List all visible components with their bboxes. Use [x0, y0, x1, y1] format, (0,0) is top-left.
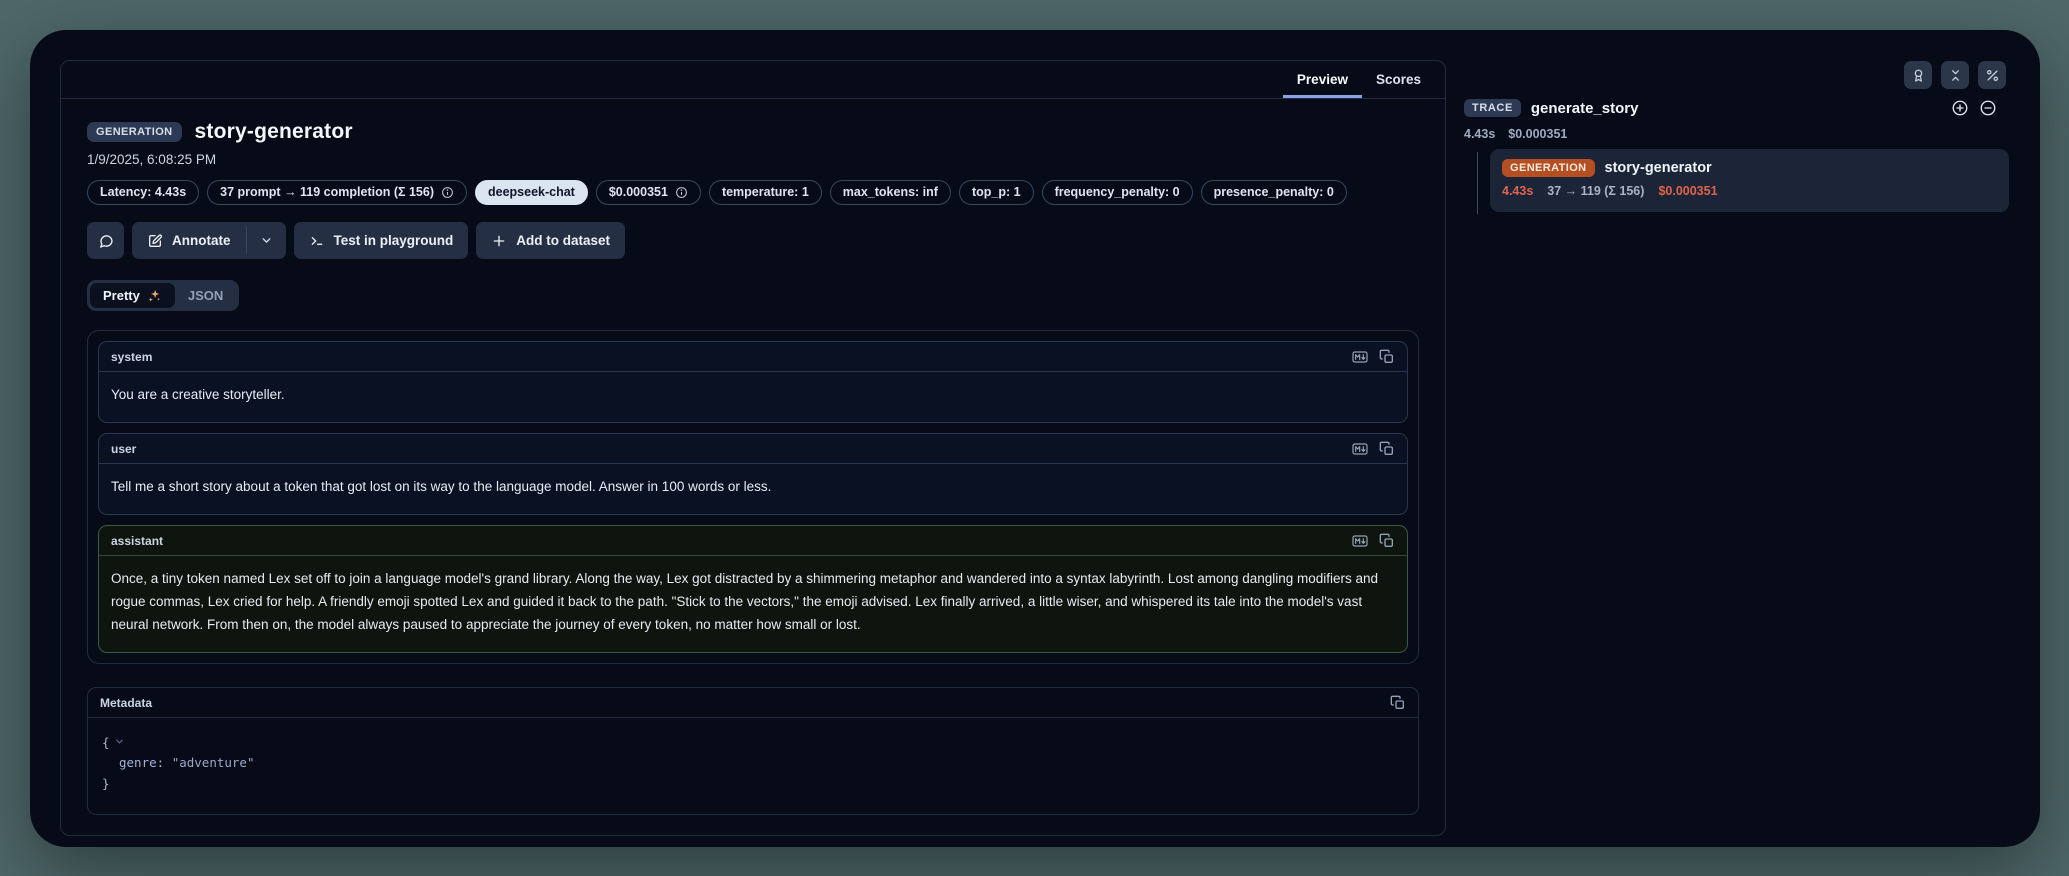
plus-icon	[491, 233, 507, 249]
frequency-penalty-pill: frequency_penalty: 0	[1042, 180, 1193, 205]
presence-penalty-pill: presence_penalty: 0	[1201, 180, 1347, 205]
metrics-percent-button[interactable]	[1978, 61, 2006, 89]
message-role-label: user	[111, 442, 136, 456]
message-user: user Tell me a short story about a token…	[98, 433, 1408, 515]
markdown-toggle-icon[interactable]	[1352, 349, 1368, 365]
markdown-toggle-icon[interactable]	[1352, 441, 1368, 457]
award-icon	[1911, 68, 1926, 83]
observation-timestamp: 1/9/2025, 6:08:25 PM	[87, 152, 1419, 167]
message-actions	[1352, 349, 1395, 365]
percent-icon	[1985, 68, 2000, 83]
message-assistant: assistant Once, a tiny token named Lex s…	[98, 525, 1408, 653]
add-to-dataset-button[interactable]: Add to dataset	[476, 222, 625, 259]
message-role-label: system	[111, 350, 152, 364]
comment-icon	[98, 233, 114, 249]
terminal-icon	[309, 233, 325, 249]
token-usage-pill: 37 prompt → 119 completion (Σ 156)	[207, 180, 467, 205]
trace-name: generate_story	[1531, 100, 1941, 117]
token-usage-label: 37 prompt → 119 completion (Σ 156)	[220, 185, 434, 200]
markdown-toggle-icon[interactable]	[1352, 533, 1368, 549]
tree-expand-controls	[1951, 99, 1997, 117]
message-header: system	[99, 342, 1407, 372]
observation-content: GENERATION story-generator 1/9/2025, 6:0…	[61, 99, 1445, 835]
json-line: {	[102, 733, 1404, 754]
message-actions	[1352, 533, 1395, 549]
node-header: GENERATION story-generator	[1502, 159, 1997, 177]
node-stats: 4.43s 37 → 119 (Σ 156) $0.000351	[1502, 184, 1997, 198]
copy-icon[interactable]	[1390, 695, 1406, 711]
json-line: genre: "adventure"	[102, 753, 1404, 774]
sparkles-icon	[147, 288, 162, 303]
pretty-json-toggle: Pretty JSON	[87, 280, 239, 311]
trace-stats: 4.43s $0.000351	[1464, 127, 1567, 141]
tab-scores[interactable]: Scores	[1362, 61, 1435, 98]
pen-square-icon	[147, 233, 163, 249]
message-content: Tell me a short story about a token that…	[99, 464, 1407, 514]
info-icon[interactable]	[441, 186, 454, 199]
node-name: story-generator	[1605, 160, 1712, 176]
latency-pill: Latency: 4.43s	[87, 180, 199, 205]
metadata-panel: Metadata { genre: "adventure" }	[87, 687, 1419, 815]
top-p-pill: top_p: 1	[959, 180, 1034, 205]
trace-latency: 4.43s	[1464, 127, 1495, 141]
toggle-pretty[interactable]: Pretty	[90, 283, 175, 308]
message-system: system You are a creative storyteller.	[98, 341, 1408, 423]
trace-tree-root[interactable]: TRACE generate_story	[1464, 99, 2009, 117]
metrics-pill-row: Latency: 4.43s 37 prompt → 119 completio…	[87, 180, 1419, 205]
tree-node-generation[interactable]: GENERATION story-generator 4.43s 37 → 11…	[1490, 149, 2009, 212]
action-toolbar: Annotate Test in playground Add to datas…	[87, 222, 1419, 259]
node-cost: $0.000351	[1658, 184, 1717, 198]
collapse-chevron-icon[interactable]	[114, 736, 125, 747]
json-line: }	[102, 774, 1404, 795]
max-tokens-pill: max_tokens: inf	[830, 180, 951, 205]
trace-tree-toolbar	[1904, 61, 2006, 89]
node-latency: 4.43s	[1502, 184, 1533, 198]
node-tokens: 37 → 119 (Σ 156)	[1547, 184, 1644, 198]
preview-scores-tabbar: Preview Scores	[61, 61, 1445, 99]
page-title: story-generator	[195, 120, 353, 144]
observation-type-badge: GENERATION	[87, 122, 182, 142]
message-content: You are a creative storyteller.	[99, 372, 1407, 422]
comments-button[interactable]	[87, 222, 124, 259]
metadata-title: Metadata	[100, 696, 152, 710]
message-header: assistant	[99, 526, 1407, 556]
expand-all-icon[interactable]	[1951, 99, 1969, 117]
copy-icon[interactable]	[1379, 441, 1395, 457]
copy-icon[interactable]	[1379, 349, 1395, 365]
cost-label: $0.000351	[609, 185, 668, 200]
message-header: user	[99, 434, 1407, 464]
annotate-split-button: Annotate	[132, 222, 286, 259]
fold-vertical-icon	[1948, 68, 1963, 83]
observation-header: GENERATION story-generator	[87, 120, 1419, 144]
observation-preview-panel: Preview Scores GENERATION story-generato…	[60, 60, 1446, 836]
tree-connector	[1477, 152, 1478, 214]
annotate-button[interactable]: Annotate	[132, 222, 246, 259]
trace-type-badge: TRACE	[1464, 99, 1521, 117]
message-role-label: assistant	[111, 534, 163, 548]
scores-award-button[interactable]	[1904, 61, 1932, 89]
collapse-all-icon[interactable]	[1979, 99, 1997, 117]
model-pill[interactable]: deepseek-chat	[475, 180, 588, 205]
collapse-tree-button[interactable]	[1941, 61, 1969, 89]
app-window: Preview Scores GENERATION story-generato…	[30, 30, 2040, 847]
toggle-json[interactable]: JSON	[175, 283, 236, 308]
copy-icon[interactable]	[1379, 533, 1395, 549]
messages-container: system You are a creative storyteller. u…	[87, 330, 1419, 664]
test-in-playground-button[interactable]: Test in playground	[294, 222, 469, 259]
message-content: Once, a tiny token named Lex set off to …	[99, 556, 1407, 652]
metadata-header: Metadata	[88, 688, 1418, 718]
metadata-json: { genre: "adventure" }	[88, 718, 1418, 814]
chevron-down-icon	[260, 234, 273, 247]
cost-pill: $0.000351	[596, 180, 701, 205]
annotate-dropdown-button[interactable]	[247, 222, 286, 259]
tab-preview[interactable]: Preview	[1283, 61, 1362, 98]
generation-type-badge: GENERATION	[1502, 159, 1595, 177]
trace-cost: $0.000351	[1508, 127, 1567, 141]
temperature-pill: temperature: 1	[709, 180, 822, 205]
info-icon[interactable]	[675, 186, 688, 199]
message-actions	[1352, 441, 1395, 457]
